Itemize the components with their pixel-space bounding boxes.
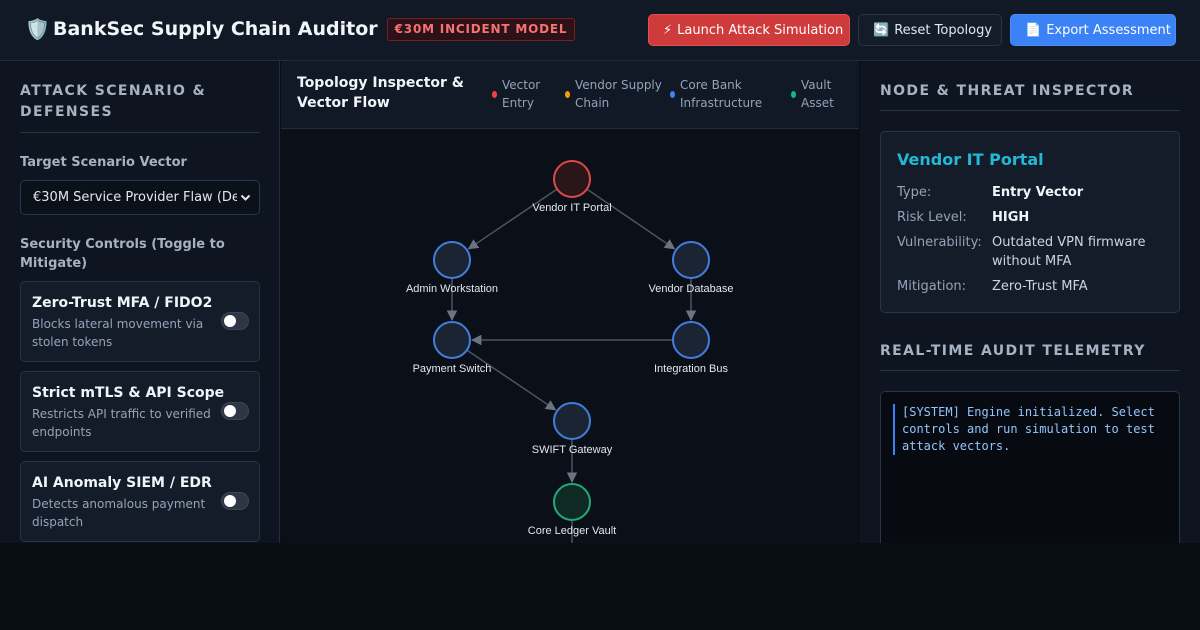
reset-topology-label: Reset Topology	[894, 22, 993, 38]
toggle-knob	[224, 405, 236, 417]
chevron-down-icon	[240, 194, 251, 201]
node-inspector-card: Vendor IT Portal Type: Entry Vector Risk…	[880, 131, 1180, 313]
node-circle	[553, 402, 591, 440]
control-title: Zero-Trust MFA / FIDO2	[32, 295, 213, 311]
control-title: Strict mTLS & API Scope	[32, 385, 225, 401]
attack-scenario-panel: ATTACK SCENARIO & DEFENSES Target Scenar…	[0, 61, 280, 543]
node-circle	[672, 321, 710, 359]
toggle-knob	[224, 495, 236, 507]
type-key: Type:	[897, 185, 932, 200]
legend-label: Vault Asset	[801, 78, 834, 110]
inspector-panel: NODE & THREAT INSPECTOR Vendor IT Portal…	[860, 61, 1200, 543]
edge-vendor-it-portal-to-vendor-database	[586, 188, 676, 250]
vulnerability-value: Outdated VPN firmware without MFA	[992, 235, 1146, 269]
log-line: [SYSTEM] Engine initialized. Select cont…	[893, 404, 1163, 455]
control-description: Detects anomalous payment dispatch	[32, 497, 206, 529]
node-circle	[553, 160, 591, 198]
legend-dot	[791, 91, 796, 98]
control-description: Restricts API traffic to verified endpoi…	[32, 407, 211, 439]
node-circle	[433, 321, 471, 359]
node-circle	[672, 241, 710, 279]
lightning-icon: ⚡	[663, 22, 673, 38]
app-header: 🛡️ BankSec Supply Chain Auditor €30M INC…	[0, 0, 1200, 61]
export-assessment-button[interactable]: 📄 Export Assessment	[1010, 14, 1176, 46]
legend-dot	[492, 91, 497, 98]
node-label: Admin Workstation	[406, 283, 498, 295]
divider	[20, 132, 260, 133]
node-core-ledger-vault[interactable]: Core Ledger Vault	[528, 483, 616, 537]
launch-attack-button[interactable]: ⚡ Launch Attack Simulation	[648, 14, 850, 46]
node-admin-workstation[interactable]: Admin Workstation	[406, 241, 498, 295]
topology-title: Topology Inspector & Vector Flow	[297, 75, 465, 111]
reset-topology-button[interactable]: 🔄 Reset Topology	[858, 14, 1002, 46]
refresh-icon: 🔄	[873, 22, 890, 38]
topology-graph: Vendor IT Portal Admin Workstation Vendor …	[406, 160, 734, 543]
controls-label: Security Controls (Toggle to Mitigate)	[20, 237, 225, 271]
edge-payment-switch-to-swift-gateway	[466, 349, 557, 411]
edge-vendor-it-portal-to-admin-workstation	[467, 188, 558, 250]
mitigation-key: Mitigation:	[897, 279, 967, 294]
inspector-title: NODE & THREAT INSPECTOR	[880, 83, 1135, 99]
node-label: Core Ledger Vault	[528, 525, 616, 537]
node-payment-switch[interactable]: Payment Switch	[413, 321, 492, 375]
control-card-siem: AI Anomaly SIEM / EDR Detects anomalous …	[20, 461, 260, 542]
legend-label: Vendor Supply Chain	[575, 78, 662, 110]
node-vendor-it-portal[interactable]: Vendor IT Portal	[532, 160, 612, 214]
telemetry-title: REAL-TIME AUDIT TELEMETRY	[880, 343, 1146, 359]
node-label: Payment Switch	[413, 363, 492, 375]
scenario-label: Target Scenario Vector	[20, 155, 187, 170]
node-circle	[553, 483, 591, 521]
shield-icon: 🛡️	[25, 17, 50, 41]
document-icon: 📄	[1025, 22, 1042, 38]
node-vendor-database[interactable]: Vendor Database	[648, 241, 734, 295]
vulnerability-key: Vulnerability:	[897, 235, 982, 250]
topology-panel: Topology Inspector & Vector Flow Vector …	[281, 61, 859, 543]
brand: 🛡️ BankSec Supply Chain Auditor €30M INC…	[25, 17, 576, 41]
divider	[880, 370, 1180, 371]
panel-title: ATTACK SCENARIO & DEFENSES	[20, 83, 207, 120]
launch-attack-label: Launch Attack Simulation	[677, 22, 844, 38]
node-swift-gateway[interactable]: SWIFT Gateway	[532, 402, 613, 456]
node-integration-bus[interactable]: Integration Bus	[654, 321, 728, 375]
scenario-select-value: €30M Service Provider Flaw (Default)	[33, 190, 237, 205]
siem-toggle[interactable]	[221, 492, 249, 510]
legend-label: Vector Entry	[502, 78, 541, 110]
legend-dot	[565, 91, 570, 98]
control-card-mfa: Zero-Trust MFA / FIDO2 Blocks lateral mo…	[20, 281, 260, 362]
app-title: BankSec Supply Chain Auditor	[53, 18, 378, 40]
control-description: Blocks lateral movement via stolen token…	[32, 317, 204, 349]
incident-badge: €30M INCIDENT MODEL	[386, 17, 576, 41]
selected-node-name: Vendor IT Portal	[897, 150, 1044, 169]
risk-key: Risk Level:	[897, 210, 967, 225]
legend-label: Core Bank Infrastructure	[680, 78, 763, 110]
export-assessment-label: Export Assessment	[1046, 22, 1171, 38]
telemetry-console[interactable]: [SYSTEM] Engine initialized. Select cont…	[880, 391, 1180, 543]
node-label: Vendor IT Portal	[532, 202, 611, 214]
toggle-knob	[224, 315, 236, 327]
mtls-toggle[interactable]	[221, 402, 249, 420]
node-label: Vendor Database	[648, 283, 733, 295]
mitigation-value: Zero-Trust MFA	[992, 279, 1088, 294]
divider	[880, 110, 1180, 111]
node-label: Integration Bus	[654, 363, 728, 375]
legend-dot	[670, 91, 675, 98]
topology-header: Topology Inspector & Vector Flow Vector …	[281, 61, 859, 129]
node-circle	[433, 241, 471, 279]
scenario-select[interactable]: €30M Service Provider Flaw (Default)	[20, 180, 260, 215]
node-label: SWIFT Gateway	[532, 444, 613, 456]
control-card-mtls: Strict mTLS & API Scope Restricts API tr…	[20, 371, 260, 452]
mfa-toggle[interactable]	[221, 312, 249, 330]
control-title: AI Anomaly SIEM / EDR	[32, 475, 212, 491]
type-value: Entry Vector	[992, 185, 1084, 200]
risk-value: HIGH	[992, 210, 1030, 225]
